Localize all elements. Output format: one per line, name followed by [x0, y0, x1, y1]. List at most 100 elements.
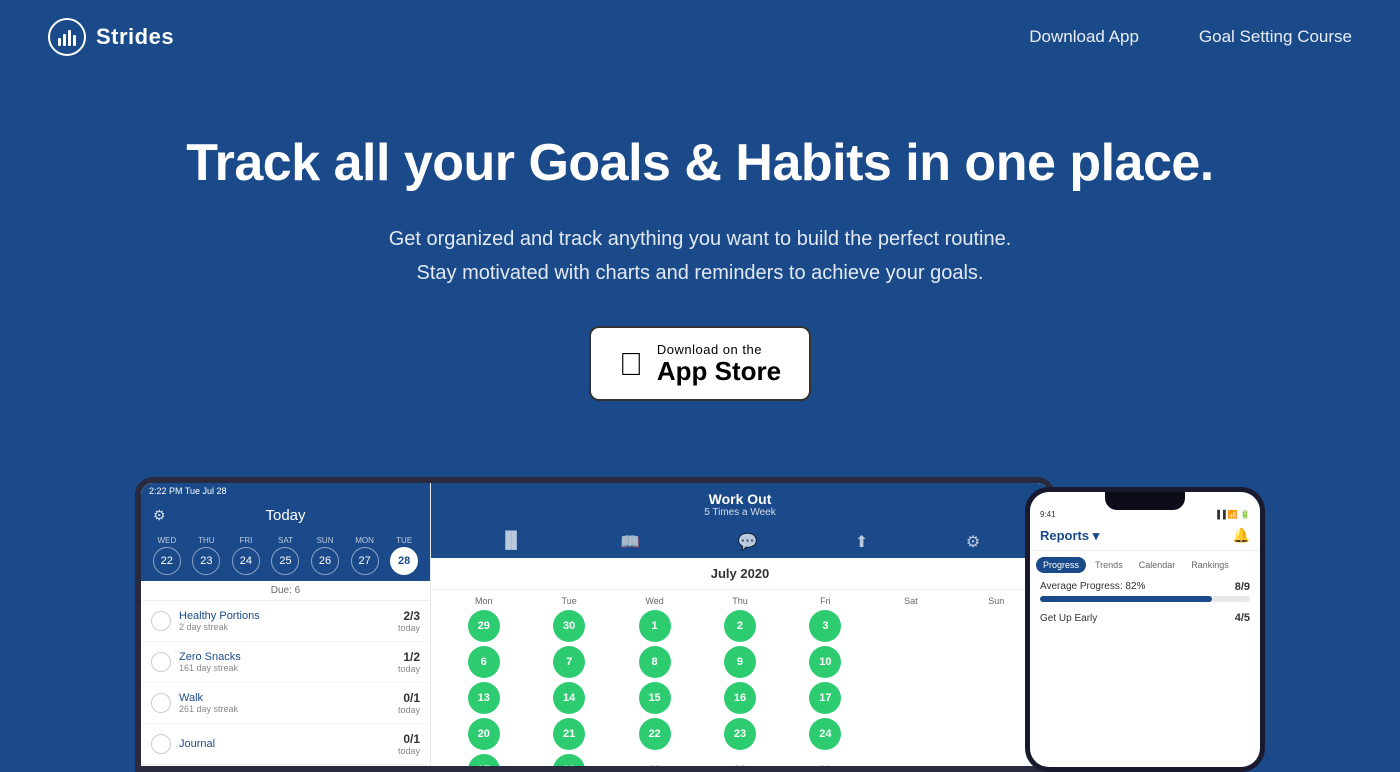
tablet-screen: 2:22 PM Tue Jul 28 ⚙ Today WED 22 THU: [141, 483, 1049, 766]
cal-row-3: 13 14 15 16 17: [441, 682, 1039, 714]
calendar-days-header: Mon Tue Wed Thu Fri Sat Sun: [441, 596, 1039, 606]
hero-subtext-2: Stay motivated with charts and reminders…: [40, 256, 1360, 290]
progress-bar-bg: [1040, 596, 1250, 602]
cal-cell: [895, 754, 927, 766]
day-mon: MON 27: [351, 536, 379, 575]
get-up-early-stat: Get Up Early 4/5: [1040, 612, 1250, 624]
app-store-btn-text: Download on the App Store: [657, 342, 781, 386]
habit-today: today: [398, 623, 420, 633]
apple-icon: : [619, 348, 643, 380]
devices-section: 2:22 PM Tue Jul 28 ⚙ Today WED 22 THU: [0, 477, 1400, 772]
cal-cell: 24: [809, 718, 841, 750]
app-store-label: App Store: [657, 357, 781, 386]
habit-check-circle[interactable]: [151, 693, 171, 713]
cal-cell: [980, 754, 1012, 766]
cal-cell: 15: [639, 682, 671, 714]
habit-healthy-portions: Healthy Portions 2 day streak 2/3 today: [141, 601, 430, 642]
cal-cell: 30: [553, 610, 585, 642]
cal-cell: 17: [809, 682, 841, 714]
day-tue-active: TUE 28: [390, 536, 418, 575]
workout-title: Work Out: [439, 491, 1041, 507]
download-on-label: Download on the: [657, 342, 762, 357]
comment-tab-icon[interactable]: 💬: [737, 532, 757, 552]
cal-cell: 16: [724, 682, 756, 714]
hero-subtext-1: Get organized and track anything you wan…: [40, 222, 1360, 256]
cal-row-5: 27 28 29 30 31: [441, 754, 1039, 766]
logo-text: Strides: [96, 24, 174, 50]
cal-cell: [895, 610, 927, 642]
bar-chart-icon: [56, 26, 78, 48]
cal-cell: 20: [468, 718, 500, 750]
logo: Strides: [48, 18, 174, 56]
phone-content: Average Progress: 82% 8/9 Get Up Early 4…: [1030, 573, 1260, 632]
cal-cell: 1: [639, 610, 671, 642]
share-tab-icon[interactable]: ⬆: [855, 532, 868, 552]
app-store-button[interactable]:  Download on the App Store: [589, 326, 811, 402]
workout-header: Work Out 5 Times a Week: [431, 483, 1049, 526]
tablet-today-header: ⚙ Today: [141, 499, 430, 532]
cal-cell: 10: [809, 646, 841, 678]
habit-today: today: [398, 705, 420, 715]
phone-signal: ▐▐ 📶 🔋: [1214, 510, 1250, 519]
workout-tabs: ▐▌ 📖 💬 ⬆ ⚙: [431, 526, 1049, 558]
workout-subtitle: 5 Times a Week: [439, 507, 1041, 518]
hero-headline: Track all your Goals & Habits in one pla…: [40, 134, 1360, 194]
cal-cell: 31: [809, 754, 841, 766]
habit-streak: 261 day streak: [179, 704, 390, 714]
phone-notch: [1105, 492, 1185, 510]
reports-title[interactable]: Reports ▾: [1040, 528, 1099, 544]
habit-fraction: 1/2: [398, 650, 420, 664]
habit-today: today: [398, 746, 420, 756]
tab-progress[interactable]: Progress: [1036, 557, 1086, 573]
cal-cell: [980, 646, 1012, 678]
cal-row-4: 20 21 22 23 24: [441, 718, 1039, 750]
habit-name: Walk: [179, 692, 390, 704]
habit-check-circle[interactable]: [151, 652, 171, 672]
cal-cell: 13: [468, 682, 500, 714]
habit-check-circle[interactable]: [151, 611, 171, 631]
cal-row-2: 6 7 8 9 10: [441, 646, 1039, 678]
logo-icon: [48, 18, 86, 56]
habit-name: Healthy Portions: [179, 610, 390, 622]
settings-icon: ⚙: [153, 507, 166, 524]
phone-time: 9:41: [1040, 510, 1056, 519]
nav-course[interactable]: Goal Setting Course: [1199, 27, 1352, 47]
habit-fraction: 0/1: [398, 732, 420, 746]
day-sat: SAT 25: [271, 536, 299, 575]
tab-rankings[interactable]: Rankings: [1184, 557, 1236, 573]
tablet-frame: 2:22 PM Tue Jul 28 ⚙ Today WED 22 THU: [135, 477, 1055, 772]
cal-cell: 14: [553, 682, 585, 714]
cal-cell: 9: [724, 646, 756, 678]
habit-check-circle[interactable]: [151, 734, 171, 754]
nav-download[interactable]: Download App: [1029, 27, 1139, 47]
tablet-left-panel: 2:22 PM Tue Jul 28 ⚙ Today WED 22 THU: [141, 483, 431, 766]
phone-tabs: Progress Trends Calendar Rankings: [1030, 551, 1260, 573]
settings-tab-icon[interactable]: ⚙: [966, 532, 980, 552]
tab-trends[interactable]: Trends: [1088, 557, 1130, 573]
cal-cell: [895, 682, 927, 714]
chart-tab-icon[interactable]: ▐▌: [500, 532, 523, 552]
cal-cell: 27: [468, 754, 500, 766]
tablet-right-panel: Work Out 5 Times a Week ▐▌ 📖 💬 ⬆ ⚙ July …: [431, 483, 1049, 766]
due-label: Due: 6: [141, 581, 430, 601]
habit-zero-snacks: Zero Snacks 161 day streak 1/2 today: [141, 642, 430, 683]
cal-cell: 21: [553, 718, 585, 750]
cal-cell: [895, 646, 927, 678]
tab-calendar[interactable]: Calendar: [1132, 557, 1183, 573]
stat2-label: Get Up Early: [1040, 613, 1097, 624]
day-thu: THU 23: [192, 536, 220, 575]
calendar-month-header: July 2020: [431, 558, 1049, 590]
habit-name: Journal: [179, 738, 390, 750]
cal-cell: 29: [468, 610, 500, 642]
cal-row-1: 29 30 1 2 3: [441, 610, 1039, 642]
habit-fraction: 0/1: [398, 691, 420, 705]
progress-bar-fill: [1040, 596, 1212, 602]
habit-streak: 2 day streak: [179, 622, 390, 632]
cal-cell: [895, 718, 927, 750]
cal-cell: 2: [724, 610, 756, 642]
phone-status-bar: 9:41 ▐▐ 📶 🔋: [1030, 510, 1260, 523]
book-tab-icon[interactable]: 📖: [620, 532, 640, 552]
day-wed: WED 22: [153, 536, 181, 575]
cal-cell: [980, 682, 1012, 714]
today-label: Today: [265, 507, 305, 524]
